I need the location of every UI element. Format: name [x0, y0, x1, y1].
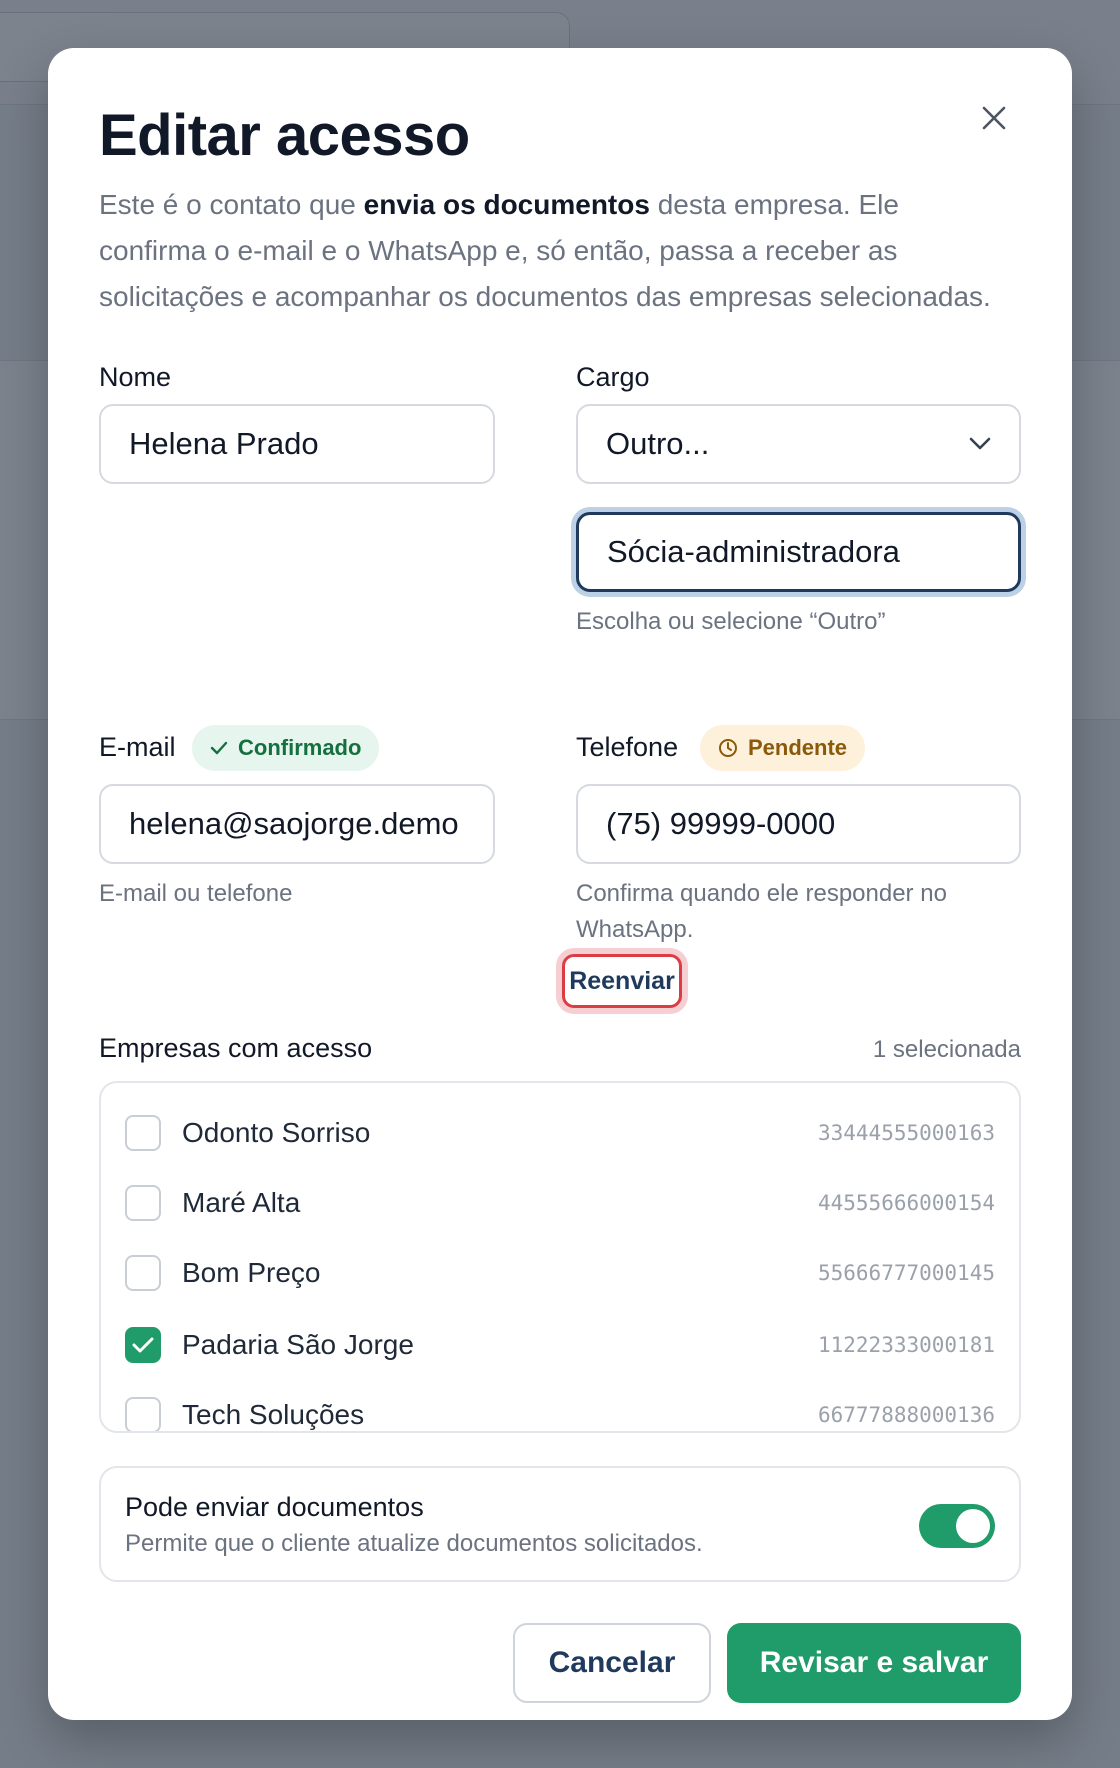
role-select[interactable]: Outro... — [576, 404, 1021, 484]
company-id: 55666777000145 — [817, 1261, 995, 1285]
name-input[interactable]: Helena Prado — [99, 404, 495, 484]
role-hint: Escolha ou selecione “Outro” — [576, 608, 886, 635]
phone-label: Telefone — [576, 732, 679, 762]
company-item-padaria-sao-jorge[interactable]: Padaria São Jorge 11222333000181 — [101, 1315, 1019, 1375]
cancel-button[interactable]: Cancelar — [513, 1623, 711, 1703]
company-id: 11222333000181 — [817, 1333, 995, 1357]
description-bold: envia os documentos — [363, 189, 650, 220]
permission-description: Permite que o cliente atualize documento… — [125, 1530, 703, 1557]
company-list[interactable]: Odonto Sorriso 33444555000163 Maré Alta … — [99, 1081, 1021, 1433]
check-icon — [210, 741, 228, 755]
company-checkbox[interactable] — [125, 1115, 161, 1151]
close-button[interactable] — [974, 98, 1014, 138]
role-custom-input[interactable]: Sócia-administradora — [576, 512, 1021, 592]
company-name: Odonto Sorriso — [182, 1117, 371, 1148]
company-checkbox[interactable] — [125, 1185, 161, 1221]
email-input[interactable]: helena@saojorge.demo — [99, 784, 495, 864]
companies-selected-count: 1 selecionada — [872, 1036, 1021, 1063]
phone-value: (75) 99999-0000 — [606, 806, 836, 841]
chevron-down-icon — [969, 437, 991, 450]
company-name: Tech Soluções — [182, 1399, 365, 1430]
company-name: Bom Preço — [182, 1257, 321, 1288]
email-status-text: Confirmado — [238, 735, 362, 760]
email-value: helena@saojorge.demo — [129, 806, 459, 841]
companies-label: Empresas com acesso — [99, 1033, 373, 1063]
phone-hint: Confirma quando ele responder no WhatsAp… — [576, 880, 947, 943]
review-and-save-button[interactable]: Revisar e salvar — [727, 1623, 1021, 1703]
company-checkbox[interactable] — [125, 1397, 161, 1431]
email-label: E-mail — [99, 732, 176, 762]
email-hint: E-mail ou telefone — [99, 880, 293, 907]
company-checkbox-checked[interactable] — [125, 1327, 161, 1363]
company-id: 33444555000163 — [817, 1121, 995, 1145]
email-status-badge: Confirmado — [192, 725, 380, 771]
modal-description: Este é o contato que envia os documentos… — [99, 182, 999, 320]
company-item-odonto-sorriso[interactable]: Odonto Sorriso 33444555000163 — [101, 1103, 1019, 1163]
description-prefix: Este é o contato que — [99, 189, 364, 220]
send-documents-permission: Pode enviar documentos Permite que o cli… — [99, 1466, 1021, 1582]
company-item-mare-alta[interactable]: Maré Alta 44555666000154 — [101, 1173, 1019, 1233]
phone-status-text: Pendente — [748, 735, 848, 760]
close-icon — [982, 106, 1006, 130]
company-item-tech-solucoes[interactable]: Tech Soluções 66777888000136 — [101, 1385, 1019, 1431]
role-label: Cargo — [576, 362, 650, 392]
role-custom-value: Sócia-administradora — [607, 534, 900, 569]
name-value: Helena Prado — [129, 426, 319, 461]
role-selected-value: Outro... — [606, 426, 710, 461]
toggle-knob — [956, 1509, 990, 1543]
company-id: 66777888000136 — [817, 1403, 995, 1427]
company-item-bom-preco[interactable]: Bom Preço 55666777000145 — [101, 1243, 1019, 1303]
send-documents-toggle[interactable] — [919, 1504, 995, 1548]
company-name: Padaria São Jorge — [182, 1329, 414, 1360]
clock-icon — [719, 739, 737, 757]
check-icon — [132, 1337, 154, 1353]
phone-input[interactable]: (75) 99999-0000 — [576, 784, 1021, 864]
name-label: Nome — [99, 362, 172, 392]
modal-title: Editar acesso — [99, 103, 470, 168]
resend-button[interactable]: Reenviar — [562, 954, 682, 1008]
edit-access-modal: Editar acesso Este é o contato que envia… — [48, 48, 1072, 1720]
company-name: Maré Alta — [182, 1187, 301, 1218]
company-checkbox[interactable] — [125, 1255, 161, 1291]
permission-title: Pode enviar documentos — [125, 1492, 424, 1522]
company-id: 44555666000154 — [817, 1191, 995, 1215]
phone-status-badge: Pendente — [700, 725, 866, 771]
